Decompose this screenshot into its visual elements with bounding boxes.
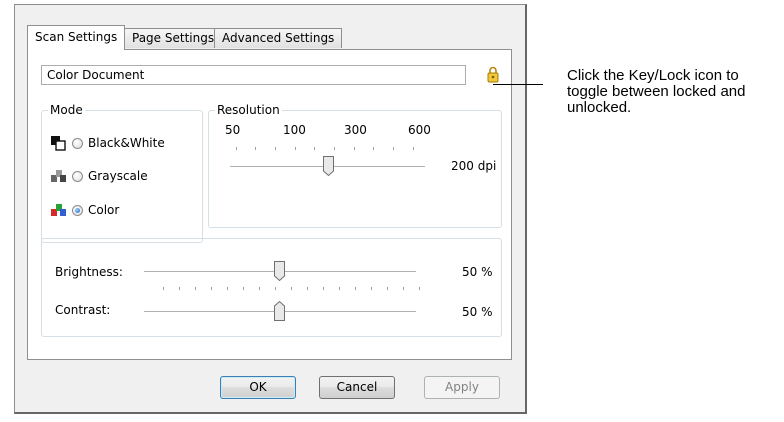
mode-group: Mode Black&White Grayscale Color	[41, 103, 203, 243]
resolution-value: 200 dpi	[451, 159, 497, 173]
black-white-label: Black&White	[88, 136, 165, 150]
preset-name-field[interactable]: Color Document	[41, 65, 466, 85]
contrast-slider-thumb[interactable]	[274, 301, 285, 321]
mode-option-black-white[interactable]: Black&White	[50, 133, 165, 153]
grayscale-radio[interactable]	[72, 170, 83, 182]
resolution-tick-100: 100	[283, 123, 306, 137]
brightness-label: Brightness:	[55, 265, 123, 279]
callout-leader-line	[493, 84, 543, 85]
resolution-tick-300: 300	[344, 123, 367, 137]
resolution-group: Resolution 50 100 300 600 200 dpi	[208, 103, 502, 228]
apply-button[interactable]: Apply	[424, 376, 500, 399]
brightness-slider-thumb[interactable]	[274, 261, 285, 281]
brightness-contrast-group: Brightness: 50 % Contrast: 50 %	[41, 238, 502, 337]
callout-text: Click the Key/Lock icon to toggle betwee…	[567, 67, 746, 116]
tab-scan-settings[interactable]: Scan Settings	[27, 25, 126, 50]
resolution-tick-50: 50	[225, 123, 241, 137]
tab-advanced-settings[interactable]: Advanced Settings	[214, 28, 343, 48]
grayscale-label: Grayscale	[88, 169, 148, 183]
color-label: Color	[88, 203, 120, 217]
mode-option-color[interactable]: Color	[50, 200, 119, 220]
resolution-group-title: Resolution	[215, 103, 282, 117]
brightness-value: 50 %	[462, 265, 493, 279]
resolution-slider-thumb[interactable]	[323, 156, 334, 176]
mode-group-title: Mode	[48, 103, 85, 117]
lock-icon[interactable]	[487, 66, 499, 83]
contrast-label: Contrast:	[55, 303, 111, 317]
black-white-icon	[51, 136, 66, 151]
scan-settings-panel: Color Document Mode Black&White Grayscal…	[27, 49, 512, 360]
tab-page-settings[interactable]: Page Settings	[124, 28, 223, 48]
scan-settings-dialog: Scan Settings Page Settings Advanced Set…	[14, 4, 527, 414]
color-radio[interactable]	[72, 204, 83, 216]
contrast-value: 50 %	[462, 305, 493, 319]
resolution-tick-600: 600	[408, 123, 431, 137]
ok-button[interactable]: OK	[220, 376, 296, 399]
cancel-button[interactable]: Cancel	[319, 376, 395, 399]
black-white-radio[interactable]	[72, 137, 83, 149]
mode-option-grayscale[interactable]: Grayscale	[50, 166, 148, 186]
grayscale-icon	[51, 170, 66, 182]
color-icon	[51, 204, 66, 216]
